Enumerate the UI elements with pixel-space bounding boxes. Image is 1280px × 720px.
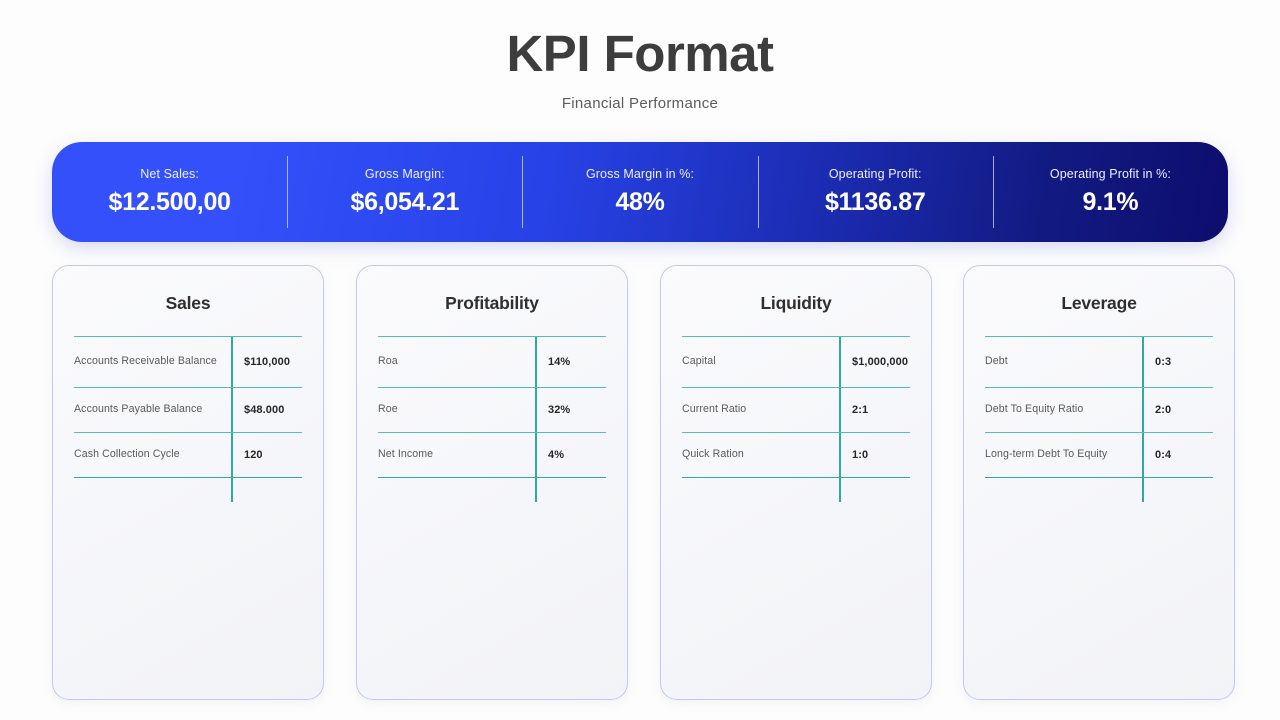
metric-name: Accounts Payable Balance: [74, 403, 203, 416]
metric-table-sales: Accounts Receivable Balance $110,000 Acc…: [74, 336, 302, 503]
table-row: Debt 0:3: [985, 336, 1213, 387]
kpi-label: Net Sales:: [140, 167, 199, 181]
table-bottom-rule: [74, 476, 302, 503]
metric-value: 4%: [548, 449, 565, 461]
kpi-value: 9.1%: [1082, 188, 1139, 216]
kpi-label: Gross Margin in %:: [585, 167, 695, 181]
kpi-cell-operating-profit-pct[interactable]: Operating Profit in %: 9.1%: [992, 142, 1228, 242]
kpi-label: Operating Profit:: [828, 167, 922, 181]
table-row: Accounts Payable Balance $48.000: [74, 387, 302, 432]
metric-value: 32%: [548, 404, 571, 416]
metric-name: Roe: [378, 403, 398, 416]
metric-value: 0:3: [1155, 356, 1172, 368]
metric-value: 1:0: [852, 449, 869, 461]
metric-name: Quick Ration: [682, 448, 744, 461]
metric-name: Capital: [682, 355, 716, 368]
table-row: Accounts Receivable Balance $110,000: [74, 336, 302, 387]
kpi-cell-operating-profit[interactable]: Operating Profit: $1136.87: [757, 142, 993, 242]
card-profitability: Profitability Roa 14% Roe 32% Net Income…: [356, 265, 628, 700]
metric-value: 14%: [548, 356, 571, 368]
table-row: Roa 14%: [378, 336, 606, 387]
table-row: Long-term Debt To Equity 0:4: [985, 432, 1213, 477]
kpi-label: Operating Profit in %:: [1049, 167, 1171, 181]
metric-name: Debt To Equity Ratio: [985, 403, 1084, 416]
column-divider-stub: [1142, 476, 1144, 503]
card-title: Profitability: [445, 293, 539, 313]
card-title: Liquidity: [760, 293, 832, 313]
table-row: Net Income 4%: [378, 432, 606, 477]
metric-value: $1,000,000: [852, 356, 909, 368]
card-sales: Sales Accounts Receivable Balance $110,0…: [52, 265, 324, 700]
table-row: Current Ratio 2:1: [682, 387, 910, 432]
card-title: Sales: [165, 293, 211, 313]
metric-name: Cash Collection Cycle: [74, 448, 180, 461]
card-title: Leverage: [1061, 293, 1137, 313]
kpi-dashboard: KPI Format Financial Performance Net Sal…: [0, 0, 1280, 720]
table-row: Cash Collection Cycle 120: [74, 432, 302, 477]
kpi-value: $6,054.21: [350, 188, 460, 216]
column-divider: [839, 337, 841, 387]
metric-value: 120: [244, 449, 263, 461]
column-divider: [231, 433, 233, 477]
column-divider: [1142, 337, 1144, 387]
table-row: Roe 32%: [378, 387, 606, 432]
metric-table-leverage: Debt 0:3 Debt To Equity Ratio 2:0 Long-t…: [985, 336, 1213, 503]
kpi-summary-banner: Net Sales: $12.500,00 Gross Margin: $6,0…: [52, 142, 1228, 242]
kpi-value: $12.500,00: [108, 188, 231, 216]
column-divider: [231, 388, 233, 432]
kpi-value: $1136.87: [824, 188, 926, 216]
kpi-cell-gross-margin-pct[interactable]: Gross Margin in %: 48%: [522, 142, 757, 242]
page-title: KPI Format: [506, 25, 774, 82]
column-divider: [535, 337, 537, 387]
metric-name: Long-term Debt To Equity: [985, 448, 1108, 461]
column-divider: [1142, 388, 1144, 432]
page-subtitle: Financial Performance: [561, 95, 719, 112]
card-leverage: Leverage Debt 0:3 Debt To Equity Ratio 2…: [963, 265, 1235, 700]
column-divider-stub: [231, 476, 233, 503]
metric-value: 2:1: [852, 404, 869, 416]
column-divider: [231, 337, 233, 387]
metric-value: $110,000: [244, 356, 291, 368]
column-divider: [839, 388, 841, 432]
metric-table-liquidity: Capital $1,000,000 Current Ratio 2:1 Qui…: [682, 336, 910, 503]
metric-name: Current Ratio: [682, 403, 747, 416]
table-bottom-rule: [985, 476, 1213, 503]
table-row: Capital $1,000,000: [682, 336, 910, 387]
kpi-label: Gross Margin:: [364, 167, 445, 181]
kpi-cell-gross-margin[interactable]: Gross Margin: $6,054.21: [287, 142, 522, 242]
kpi-cell-net-sales[interactable]: Net Sales: $12.500,00: [52, 142, 287, 242]
column-divider: [839, 433, 841, 477]
table-row: Debt To Equity Ratio 2:0: [985, 387, 1213, 432]
column-divider: [535, 388, 537, 432]
metric-value: $48.000: [244, 404, 285, 416]
table-row: Quick Ration 1:0: [682, 432, 910, 477]
column-divider: [535, 433, 537, 477]
column-divider-stub: [839, 476, 841, 503]
metric-name: Net Income: [378, 448, 434, 461]
metric-name: Accounts Receivable Balance: [74, 355, 217, 368]
card-liquidity: Liquidity Capital $1,000,000 Current Rat…: [660, 265, 932, 700]
table-bottom-rule: [682, 476, 910, 503]
metric-name: Roa: [378, 355, 398, 368]
kpi-value: 48%: [615, 188, 665, 216]
table-bottom-rule: [378, 476, 606, 503]
column-divider: [1142, 433, 1144, 477]
column-divider-stub: [535, 476, 537, 503]
metric-value: 2:0: [1155, 404, 1172, 416]
metric-value: 0:4: [1155, 449, 1172, 461]
metric-table-profitability: Roa 14% Roe 32% Net Income 4%: [378, 336, 606, 503]
metric-name: Debt: [985, 355, 1008, 368]
